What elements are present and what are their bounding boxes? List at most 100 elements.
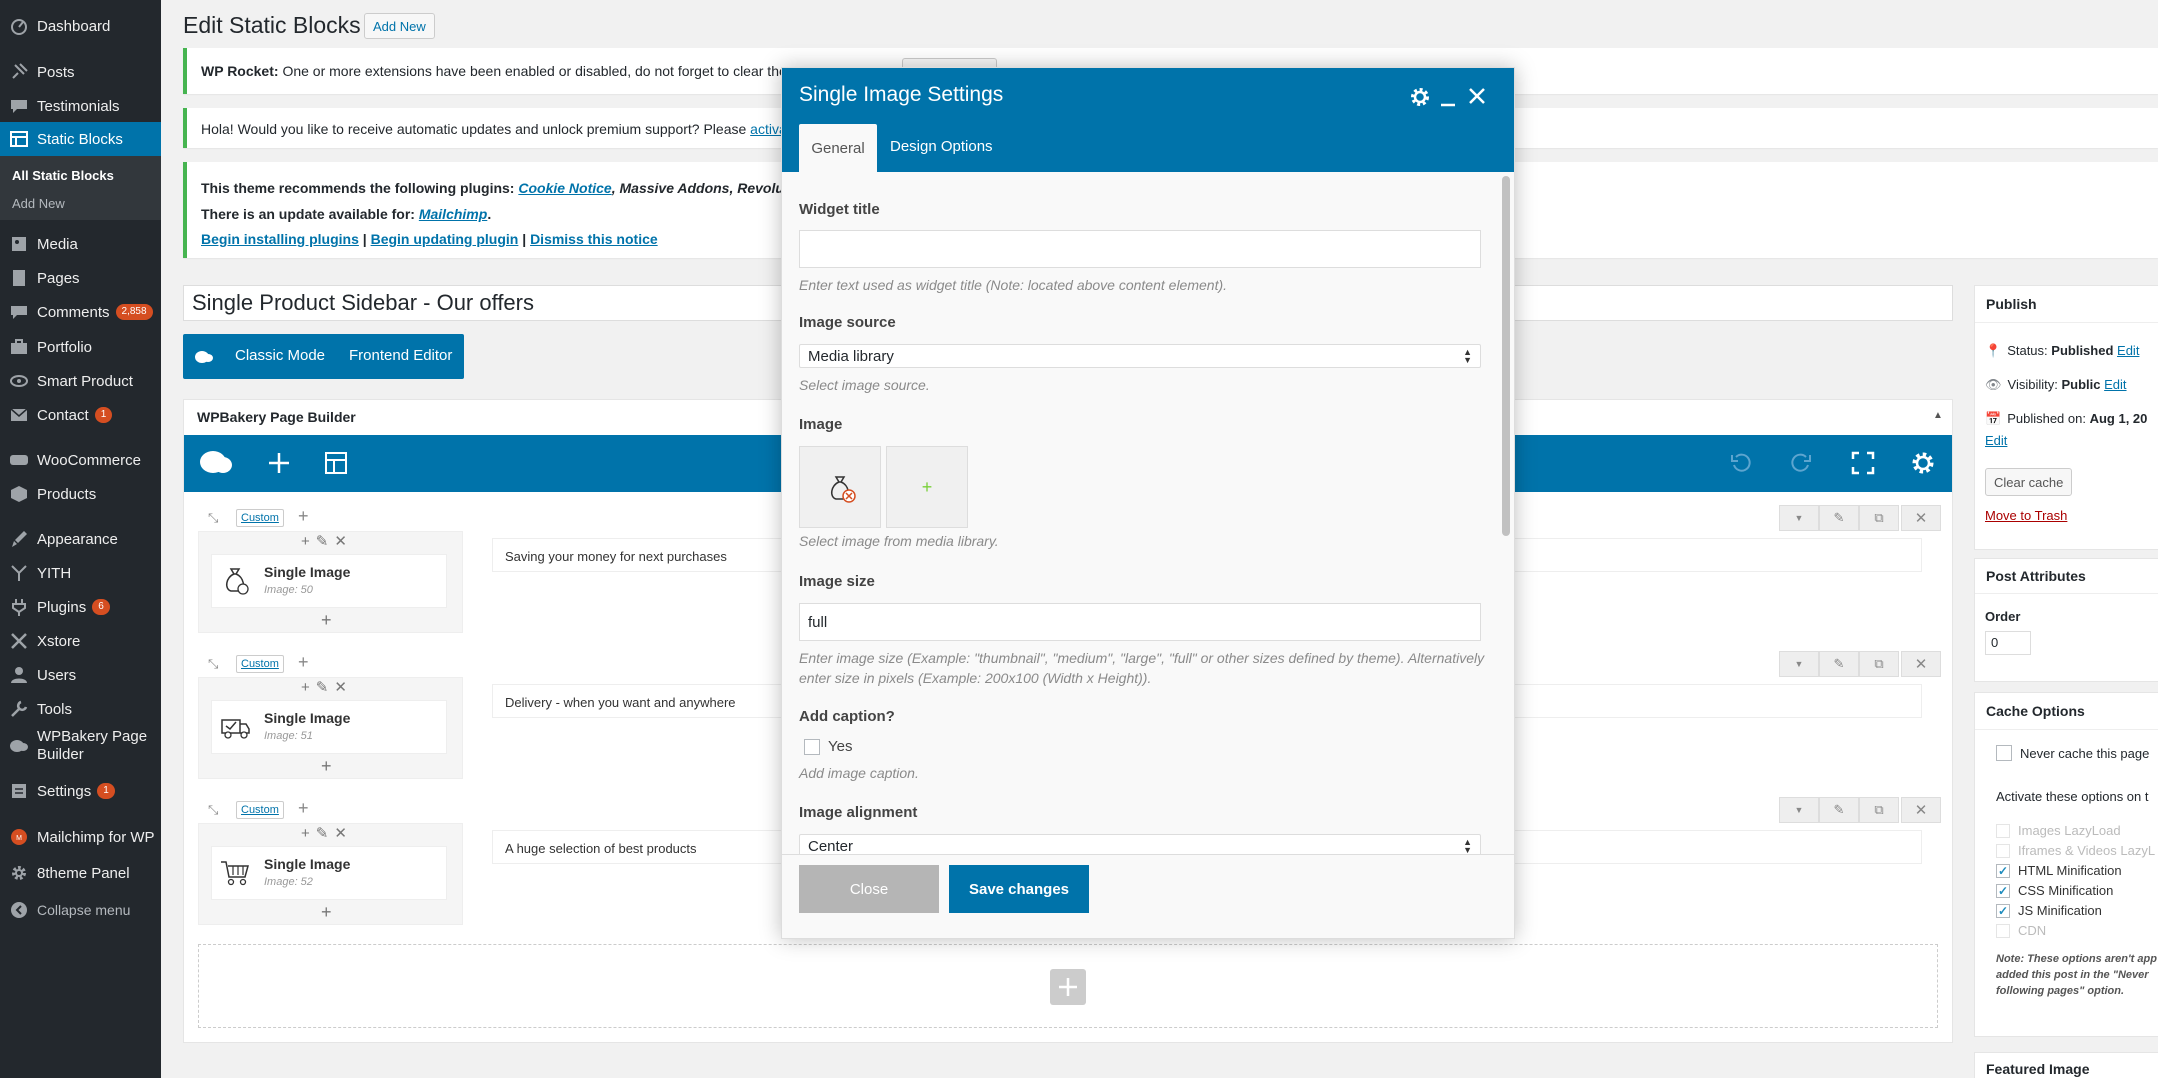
row-edit-icon[interactable]: ✎ — [1819, 651, 1859, 677]
row-layout-button[interactable]: Custom — [236, 655, 284, 673]
sidebar-item-users[interactable]: Users — [0, 658, 161, 692]
row-layout-button[interactable]: Custom — [236, 509, 284, 527]
classic-mode-button[interactable]: Classic Mode — [235, 347, 325, 364]
add-column-icon[interactable]: + — [298, 506, 309, 527]
submenu-add-new[interactable]: Add New — [12, 196, 65, 211]
sidebar-item-products[interactable]: Products — [0, 477, 161, 511]
wpbakery-logo-icon[interactable] — [198, 449, 234, 477]
row-delete-icon[interactable]: ✕ — [1901, 505, 1941, 531]
row-clone-icon[interactable]: ⧉ — [1859, 651, 1899, 677]
sidebar-item-contact[interactable]: Contact 1 — [0, 398, 161, 432]
add-column-icon[interactable]: + — [298, 798, 309, 819]
row-delete-icon[interactable]: ✕ — [1901, 651, 1941, 677]
mailchimp-link[interactable]: Mailchimp — [419, 206, 487, 222]
sidebar-item-dashboard[interactable]: Dashboard — [0, 9, 161, 43]
sidebar-item-pages[interactable]: Pages — [0, 261, 161, 295]
modal-minimize-icon[interactable] — [1438, 86, 1458, 108]
modal-close-icon[interactable] — [1467, 86, 1487, 106]
sidebar-item-portfolio[interactable]: Portfolio — [0, 330, 161, 364]
submenu-all-static-blocks[interactable]: All Static Blocks — [12, 168, 114, 183]
add-image-button[interactable]: + — [886, 446, 968, 528]
add-element-icon[interactable] — [267, 451, 291, 475]
frontend-editor-button[interactable]: Frontend Editor — [349, 347, 452, 364]
add-column-icon[interactable]: + — [298, 652, 309, 673]
row-clone-icon[interactable]: ⧉ — [1859, 797, 1899, 823]
tab-general[interactable]: General — [799, 124, 877, 172]
column-controls[interactable]: +✎✕ — [301, 532, 353, 550]
visibility-edit-link[interactable]: Edit — [2104, 377, 2126, 392]
sidebar-item-8theme-panel[interactable]: 8theme Panel — [0, 856, 161, 890]
sidebar-item-mailchimp-for-wp[interactable]: M Mailchimp for WP — [0, 820, 161, 854]
published-edit-link[interactable]: Edit — [1985, 433, 2007, 448]
sidebar-item-posts[interactable]: Posts — [0, 55, 161, 89]
sidebar-item-settings[interactable]: Settings 1 — [0, 774, 161, 808]
settings-gear-icon[interactable] — [1910, 450, 1936, 476]
collapse-arrow-icon[interactable]: ▲ — [1933, 410, 1943, 421]
begin-updating-link[interactable]: Begin updating plugin — [371, 231, 519, 247]
add-to-column-icon[interactable]: + — [321, 610, 332, 631]
cache-option-checkbox[interactable] — [1996, 843, 2010, 858]
add-element-button[interactable] — [1050, 969, 1086, 1005]
cache-option-checkbox[interactable] — [1996, 823, 2010, 838]
add-new-button[interactable]: Add New — [364, 13, 435, 39]
templates-icon[interactable] — [324, 451, 348, 475]
single-image-element[interactable]: Single Image Image: 50 — [211, 554, 447, 608]
modal-scrollbar[interactable] — [1502, 176, 1510, 536]
column-controls[interactable]: +✎✕ — [301, 824, 353, 842]
sidebar-item-media[interactable]: Media — [0, 227, 161, 261]
row-collapse-icon[interactable]: ▼ — [1779, 797, 1819, 823]
sidebar-item-smart-product[interactable]: Smart Product — [0, 364, 161, 398]
sidebar-item-collapse-menu[interactable]: Collapse menu — [0, 893, 161, 927]
close-button[interactable]: Close — [799, 865, 939, 913]
sidebar-item-static-blocks[interactable]: Static Blocks — [0, 122, 161, 156]
row-collapse-icon[interactable]: ▼ — [1779, 505, 1819, 531]
redo-icon[interactable] — [1790, 452, 1812, 474]
row-move-icon[interactable]: ⤡ — [208, 510, 218, 526]
move-to-trash-link[interactable]: Move to Trash — [1985, 508, 2067, 523]
fullscreen-icon[interactable] — [1851, 451, 1875, 475]
save-changes-button[interactable]: Save changes — [949, 865, 1089, 913]
row-layout-button[interactable]: Custom — [236, 801, 284, 819]
image-source-select[interactable]: Media library ▲ ▼ — [799, 344, 1481, 368]
dismiss-notice-link[interactable]: Dismiss this notice — [530, 231, 658, 247]
status-edit-link[interactable]: Edit — [2117, 343, 2139, 358]
row-delete-icon[interactable]: ✕ — [1901, 797, 1941, 823]
begin-installing-link[interactable]: Begin installing plugins — [201, 231, 359, 247]
add-to-column-icon[interactable]: + — [321, 756, 332, 777]
never-cache-checkbox[interactable] — [1996, 745, 2012, 761]
sidebar-item-woocommerce[interactable]: WooCommerce — [0, 443, 161, 477]
cache-option-checkbox[interactable]: ✓ — [1996, 883, 2010, 898]
widget-title-input[interactable] — [799, 230, 1481, 268]
column-controls[interactable]: +✎✕ — [301, 678, 353, 696]
cache-option-checkbox[interactable]: ✓ — [1996, 903, 2010, 918]
sidebar-item-yith[interactable]: YITH — [0, 556, 161, 590]
row-move-icon[interactable]: ⤡ — [208, 656, 218, 672]
caption-checkbox[interactable] — [804, 738, 820, 755]
sidebar-item-wpbakery-page-builder[interactable]: WPBakery Page Builder — [0, 726, 161, 766]
add-to-column-icon[interactable]: + — [321, 902, 332, 923]
sidebar-item-xstore[interactable]: Xstore — [0, 624, 161, 658]
sidebar-item-tools[interactable]: Tools — [0, 692, 161, 726]
cookie-notice-link[interactable]: Cookie Notice — [518, 180, 611, 196]
sidebar-item-plugins[interactable]: Plugins 6 — [0, 590, 161, 624]
cache-option-checkbox[interactable] — [1996, 923, 2010, 938]
cache-option-checkbox[interactable]: ✓ — [1996, 863, 2010, 878]
select-arrows-icon: ▲ ▼ — [1463, 347, 1472, 365]
sidebar-item-comments[interactable]: Comments 2,858 — [0, 295, 161, 329]
order-input[interactable]: 0 — [1985, 631, 2031, 655]
single-image-element[interactable]: Single Image Image: 52 — [211, 846, 447, 900]
row-move-icon[interactable]: ⤡ — [208, 802, 218, 818]
clear-cache-button[interactable]: Clear cache — [1985, 468, 2073, 496]
row-edit-icon[interactable]: ✎ — [1819, 505, 1859, 531]
modal-settings-icon[interactable] — [1409, 86, 1431, 108]
tab-design-options[interactable]: Design Options — [890, 138, 993, 155]
image-size-input[interactable]: full — [799, 603, 1481, 641]
single-image-element[interactable]: Single Image Image: 51 — [211, 700, 447, 754]
sidebar-item-appearance[interactable]: Appearance — [0, 522, 161, 556]
row-collapse-icon[interactable]: ▼ — [1779, 651, 1819, 677]
row-clone-icon[interactable]: ⧉ — [1859, 505, 1899, 531]
undo-icon[interactable] — [1730, 452, 1752, 474]
row-edit-icon[interactable]: ✎ — [1819, 797, 1859, 823]
selected-image-thumb[interactable] — [799, 446, 881, 528]
sidebar-item-testimonials[interactable]: Testimonials — [0, 89, 161, 123]
